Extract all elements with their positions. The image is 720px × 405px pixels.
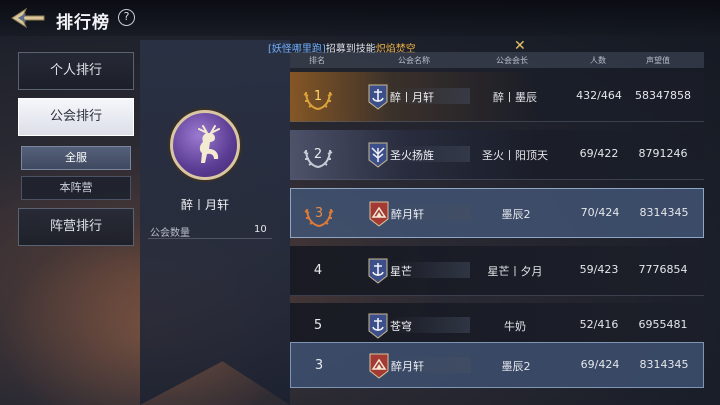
column-prestige: 声望值: [646, 56, 670, 65]
table-header: 排名 公会名称 公会会长 人数 声望值: [290, 52, 704, 68]
guild-leader: 墨辰2: [501, 208, 531, 221]
anchor-emblem-icon: [368, 258, 388, 284]
tab-personal-ranking[interactable]: 个人排行: [18, 52, 134, 90]
guild-leader: 圣火丨阳顶天: [482, 149, 548, 162]
table-row[interactable]: 1 醉丨月轩 醉丨墨辰 432/464 58347858: [290, 72, 704, 122]
rank-value: 4: [313, 263, 323, 278]
help-icon[interactable]: ?: [118, 9, 135, 26]
guild-name: 醉月轩: [391, 208, 424, 221]
background-banner: [140, 40, 290, 405]
filter-all-server[interactable]: 全服: [21, 146, 131, 170]
guild-name: 星芒: [390, 265, 412, 278]
rank-value: 3: [314, 358, 324, 373]
member-count: 69/424: [580, 358, 620, 371]
prestige-value: 58347858: [635, 89, 691, 102]
prestige-value: 7776854: [638, 263, 688, 276]
guild-count-value: 10: [254, 224, 267, 235]
member-count: 59/423: [579, 263, 619, 276]
guild-leader: 牛奶: [504, 320, 526, 333]
guild-leader: 星芒丨夕月: [487, 265, 543, 278]
guild-leader: 醉丨墨辰: [493, 91, 537, 104]
guild-emblem: [170, 110, 240, 180]
wings-emblem-icon: [368, 142, 388, 168]
prestige-value: 6955481: [638, 318, 688, 331]
back-arrow-icon[interactable]: [10, 6, 46, 30]
column-guild-name: 公会名称: [398, 56, 430, 65]
column-leader: 公会会长: [496, 56, 528, 65]
prestige-value: 8791246: [638, 147, 688, 160]
rank-value: 1: [313, 89, 323, 104]
column-rank: 排名: [309, 56, 325, 65]
member-count: 52/416: [579, 318, 619, 331]
filter-own-camp[interactable]: 本阵营: [21, 176, 131, 200]
rank-value: 3: [314, 206, 324, 221]
top-bar: 排行榜 ?: [0, 0, 720, 36]
column-members: 人数: [590, 56, 606, 65]
guild-name: 苍穹: [390, 320, 412, 333]
anchor-emblem-icon: [368, 84, 388, 110]
deer-icon: [198, 125, 220, 163]
guild-name: 圣火扬旌: [390, 149, 434, 162]
guild-name: 醉丨月轩: [390, 91, 434, 104]
my-guild-row[interactable]: 3 醉月轩 墨辰2 69/424 8314345: [290, 342, 704, 388]
tab-camp-ranking[interactable]: 阵营排行: [18, 208, 134, 246]
member-count: 70/424: [580, 206, 620, 219]
flame-emblem-icon: [369, 353, 389, 379]
prestige-value: 8314345: [639, 206, 689, 219]
anchor-emblem-icon: [368, 313, 388, 339]
tab-guild-ranking[interactable]: 公会排行: [18, 98, 134, 136]
rank-value: 5: [313, 318, 323, 333]
divider: [148, 238, 272, 239]
guild-leader: 墨辰2: [501, 360, 531, 373]
rank-value: 2: [313, 147, 323, 162]
guild-count-label: 公会数量: [150, 228, 190, 239]
page-title: 排行榜: [56, 13, 110, 33]
table-row[interactable]: 5 苍穹 牛奶 52/416 6955481: [290, 303, 704, 343]
member-count: 432/464: [576, 89, 622, 102]
flame-emblem-icon: [369, 201, 389, 227]
guild-name: 醉月轩: [391, 360, 424, 373]
table-row[interactable]: 4 星芒 星芒丨夕月 59/423 7776854: [290, 246, 704, 296]
prestige-value: 8314345: [639, 358, 689, 371]
table-row[interactable]: 2 圣火扬旌 圣火丨阳顶天 69/422 8791246: [290, 130, 704, 180]
table-row-selected[interactable]: 3 醉月轩 墨辰2 70/424 8314345: [290, 188, 704, 238]
member-count: 69/422: [579, 147, 619, 160]
my-guild-name: 醉丨月轩: [180, 198, 229, 212]
